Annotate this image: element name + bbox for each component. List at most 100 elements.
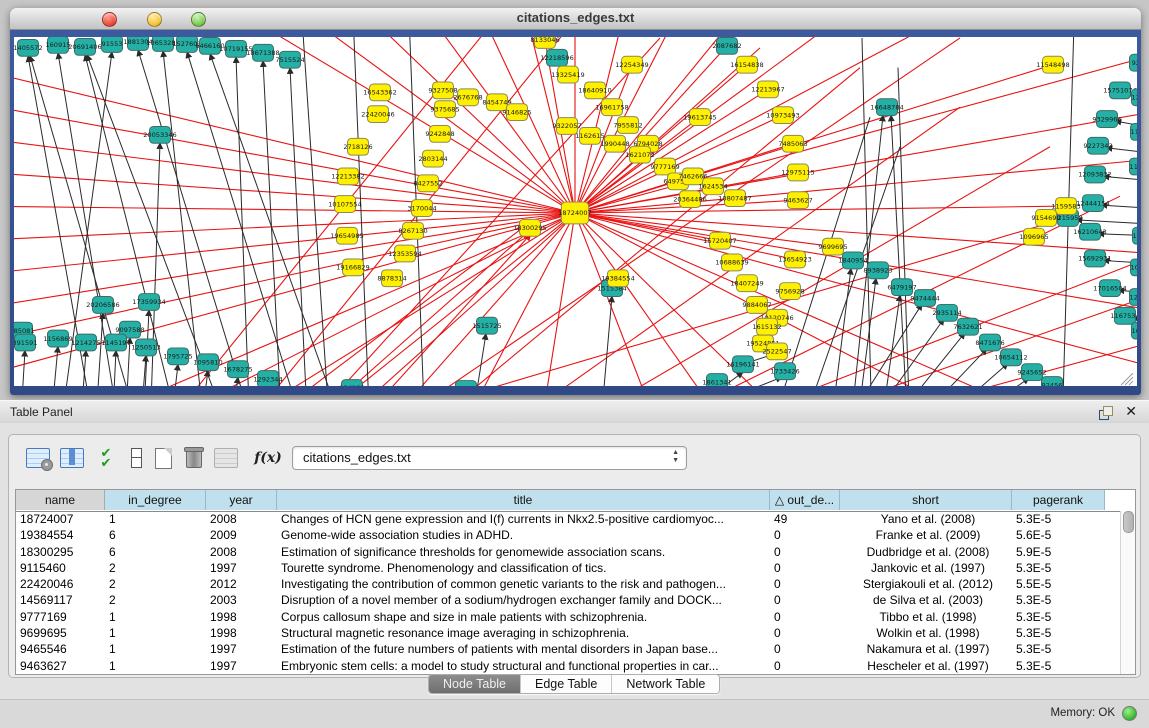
create-column-button[interactable]	[148, 443, 178, 473]
network-node[interactable]: 8427552	[413, 175, 442, 192]
network-node[interactable]: 16961758	[595, 99, 629, 116]
network-node[interactable]: 20206586	[86, 297, 120, 314]
table-row[interactable]: 2242004622012Investigating the contribut…	[16, 576, 1121, 592]
delete-column-button[interactable]	[179, 443, 209, 473]
table-row[interactable]: 1872400712008Changes of HCN gene express…	[16, 511, 1121, 527]
network-node[interactable]: 9777169	[650, 158, 679, 175]
network-node[interactable]: 11613	[1130, 158, 1138, 175]
network-node[interactable]: 18407249	[730, 275, 764, 292]
network-node[interactable]: 8267130	[398, 222, 427, 239]
network-node[interactable]: 2087682	[712, 37, 741, 54]
column-header-short[interactable]: short	[840, 490, 1012, 510]
network-node[interactable]: 11423	[1131, 124, 1138, 141]
network-node[interactable]: 2718126	[343, 138, 372, 155]
network-node[interactable]: 12218596	[540, 49, 574, 66]
network-node[interactable]: 1861341	[702, 374, 731, 386]
network-node[interactable]: 8133046	[530, 37, 559, 48]
column-header-title[interactable]: title	[277, 490, 770, 510]
network-node[interactable]: 1624534	[698, 178, 727, 195]
network-node[interactable]: 17016504	[1093, 280, 1127, 297]
tab-node-table[interactable]: Node Table	[429, 675, 521, 693]
network-node[interactable]: 10688639	[715, 254, 749, 271]
network-node[interactable]: 1145197	[101, 334, 130, 351]
network-node[interactable]: 2676768	[453, 89, 482, 106]
network-node[interactable]: 2935114	[932, 304, 961, 321]
network-node[interactable]: 2522547	[762, 343, 791, 360]
network-node[interactable]: 12444154	[1076, 195, 1110, 212]
network-node[interactable]: 1095810	[193, 354, 222, 371]
network-node[interactable]: 12093832	[1078, 166, 1112, 183]
network-node[interactable]: 8471676	[975, 334, 1004, 351]
window-titlebar[interactable]: citations_edges.txt	[10, 8, 1141, 30]
network-node[interactable]: 18724007	[558, 202, 592, 224]
network-node[interactable]: 12734	[1132, 89, 1138, 106]
close-panel-icon[interactable]: ✕	[1125, 403, 1137, 420]
network-node[interactable]: 9375685	[430, 101, 459, 118]
network-node[interactable]: 1621072	[625, 146, 654, 163]
network-node[interactable]: 124168	[339, 380, 364, 386]
show-columns-button[interactable]	[57, 443, 87, 473]
network-node[interactable]: 12975115	[781, 164, 815, 181]
network-node[interactable]: 7632621	[953, 318, 982, 335]
table-row[interactable]: 911546021997Tourette syndrome. Phenomeno…	[16, 560, 1121, 576]
network-node[interactable]: 20364486	[673, 191, 707, 208]
network-node[interactable]: 11563	[1133, 227, 1138, 244]
function-builder-button[interactable]: f(x)	[253, 443, 283, 473]
column-header-name[interactable]: name	[16, 490, 105, 510]
network-node[interactable]: 1156869	[43, 330, 72, 347]
network-node[interactable]: 10978	[1131, 259, 1138, 276]
network-node[interactable]: 16210643	[1073, 223, 1107, 240]
network-node[interactable]: 9756928	[775, 283, 804, 300]
network-node[interactable]: 9146825	[502, 104, 531, 121]
network-node[interactable]: 19166829	[336, 259, 370, 276]
delete-table-button[interactable]	[211, 443, 241, 473]
network-node[interactable]: 9273	[1130, 54, 1138, 71]
network-node[interactable]: 1515725	[472, 317, 501, 334]
network-node[interactable]: 7515524	[275, 51, 304, 68]
row-height-button[interactable]	[121, 443, 151, 473]
tab-network-table[interactable]: Network Table	[612, 675, 719, 693]
table-scrollbar[interactable]	[1120, 511, 1135, 674]
network-node[interactable]: 2803144	[418, 150, 447, 167]
network-node[interactable]: 9474444	[910, 290, 939, 307]
network-node[interactable]: 1615132	[752, 318, 781, 335]
network-node[interactable]: 1167534	[1110, 307, 1137, 324]
network-node[interactable]: 20691406	[68, 38, 102, 55]
network-node[interactable]: 1214275	[71, 334, 100, 351]
network-node[interactable]: 92456	[1042, 377, 1063, 386]
network-node[interactable]: 9463627	[783, 192, 812, 209]
network-node[interactable]: 9154690	[1031, 210, 1060, 227]
column-header-year[interactable]: year	[206, 490, 277, 510]
network-node[interactable]: 13654923	[778, 251, 812, 268]
table-row[interactable]: 1456911722003Disruption of a novel membe…	[16, 592, 1121, 608]
network-node[interactable]: 9227343	[1083, 137, 1112, 154]
network-node[interactable]: 12103	[1130, 289, 1138, 306]
network-node[interactable]: 90465	[456, 381, 477, 386]
network-node[interactable]: 22420046	[361, 106, 395, 123]
network-graph[interactable]: 1405572160915206914069155318813041065328…	[14, 37, 1137, 386]
column-header-out_de...[interactable]: △ out_de...	[770, 490, 840, 510]
network-node[interactable]: 1795725	[163, 348, 192, 365]
table-row[interactable]: 946362711997Embryonic stem cells: a mode…	[16, 658, 1121, 674]
network-node[interactable]: 7955812	[613, 117, 642, 134]
table-row[interactable]: 1938455462009Genome-wide association stu…	[16, 527, 1121, 543]
network-node[interactable]: 3170044	[407, 200, 436, 217]
tab-edge-table[interactable]: Edge Table	[521, 675, 612, 693]
column-header-in_degree[interactable]: in_degree	[105, 490, 206, 510]
network-node[interactable]: 1990448	[600, 135, 629, 152]
network-node[interactable]: 9242848	[425, 125, 454, 142]
network-node[interactable]: 9699695	[818, 238, 847, 255]
network-node[interactable]: 19613745	[683, 109, 717, 126]
scrollbar-thumb[interactable]	[1123, 511, 1134, 533]
network-node[interactable]: 12254349	[615, 56, 649, 73]
network-node[interactable]: 8938923	[863, 262, 892, 279]
table-row[interactable]: 977716911998Corpus callosum shape and si…	[16, 609, 1121, 625]
network-node[interactable]: 1250513	[131, 339, 160, 356]
network-node[interactable]: 10654112	[994, 349, 1028, 366]
network-node[interactable]: 8878314	[377, 270, 406, 287]
float-panel-icon[interactable]	[1099, 405, 1113, 419]
network-node[interactable]: 160915	[45, 37, 70, 53]
network-node[interactable]: 1678275	[223, 361, 252, 378]
network-node[interactable]: 91553	[102, 37, 123, 52]
network-canvas[interactable]: 1405572160915206914069155318813041065328…	[14, 37, 1137, 386]
